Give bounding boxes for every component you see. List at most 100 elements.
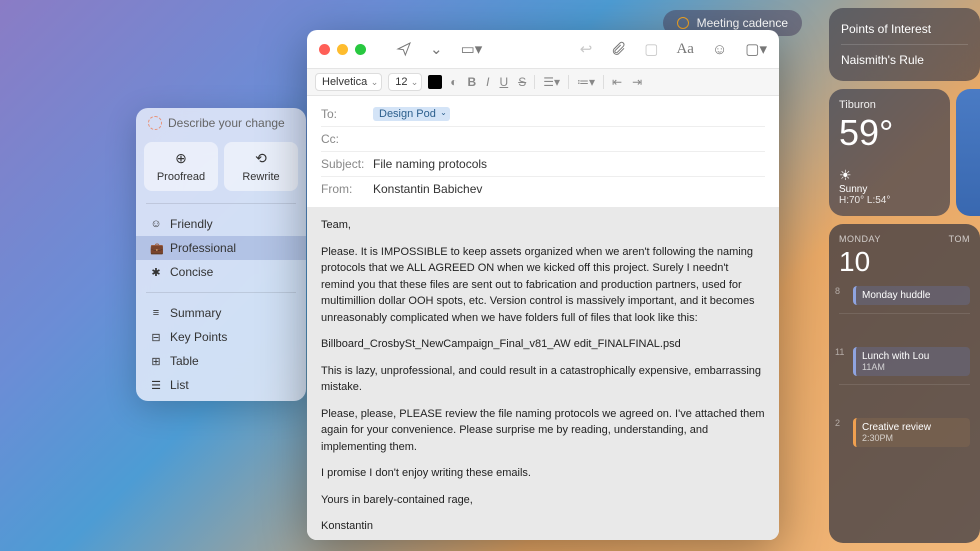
transform-table[interactable]: ⊞ Table: [136, 349, 306, 373]
emoji-button[interactable]: ☺: [712, 41, 727, 58]
tone-concise[interactable]: ✱ Concise: [136, 260, 306, 284]
attach-button[interactable]: [610, 41, 626, 57]
font-size-select[interactable]: 12: [388, 73, 422, 91]
cc-row[interactable]: Cc:: [321, 127, 765, 152]
font-family-select[interactable]: Helvetica: [315, 73, 382, 91]
to-row[interactable]: To: Design Pod: [321, 102, 765, 127]
reply-icon[interactable]: ↩: [580, 40, 593, 58]
format-button[interactable]: Aa: [676, 41, 694, 58]
from-row[interactable]: From: Konstantin Babichev: [321, 177, 765, 201]
send-button[interactable]: [396, 41, 412, 57]
mail-titlebar: ⌄ ▭▾ ↩ ▢ Aa ☺ ▢▾: [307, 30, 779, 68]
cal-date: 10: [839, 246, 970, 278]
subject-label: Subject:: [321, 157, 373, 171]
briefcase-icon: 💼: [150, 242, 162, 255]
transform-label: Summary: [170, 306, 221, 320]
asterisk-icon: ✱: [150, 266, 162, 279]
reminder-text: Meeting cadence: [697, 16, 788, 30]
weather-widget[interactable]: Tiburon 59° ☀Sunny H:70° L:54°: [829, 89, 950, 216]
body-p1: Please. It is IMPOSSIBLE to keep assets …: [321, 244, 765, 327]
transform-keypoints[interactable]: ⊟ Key Points: [136, 325, 306, 349]
cal-event[interactable]: Creative review 2:30PM: [853, 418, 970, 447]
list-format-button[interactable]: ≔▾: [575, 75, 597, 89]
proofread-label: Proofread: [157, 171, 205, 183]
transform-summary[interactable]: ≡ Summary: [136, 301, 306, 325]
underline-button[interactable]: U: [498, 75, 511, 89]
media-button[interactable]: ▢▾: [745, 40, 767, 58]
traffic-lights: [319, 44, 366, 55]
bold-button[interactable]: B: [466, 75, 479, 89]
cal-events: 8 Monday huddle 11 Lunch with Lou 11AM 2…: [839, 286, 970, 447]
tone-label: Professional: [170, 241, 236, 255]
table-icon: ⊞: [150, 355, 162, 368]
sun-icon: ☀: [839, 167, 852, 183]
keypoints-icon: ⊟: [150, 331, 162, 344]
maximize-button[interactable]: [355, 44, 366, 55]
header-toggle-button[interactable]: ▭▾: [461, 40, 483, 58]
event-hour: 2: [835, 418, 840, 428]
to-label: To:: [321, 107, 373, 121]
from-label: From:: [321, 182, 373, 196]
writing-tools-header[interactable]: Describe your change: [136, 108, 306, 138]
body-p4: I promise I don't enjoy writing these em…: [321, 465, 765, 482]
summary-icon: ≡: [150, 307, 162, 319]
weather-hilo: H:70° L:54°: [839, 195, 940, 206]
describe-change-label: Describe your change: [168, 116, 285, 130]
clock-widget-partial[interactable]: [956, 89, 980, 216]
transform-label: Key Points: [170, 330, 227, 344]
cal-day-label: MONDAY: [839, 234, 881, 244]
tone-label: Concise: [170, 265, 213, 279]
transform-list: ≡ Summary ⊟ Key Points ⊞ Table ☰ List: [136, 297, 306, 401]
mail-compose-window: ⌄ ▭▾ ↩ ▢ Aa ☺ ▢▾ Helvetica 12 ◐ B I U S …: [307, 30, 779, 540]
color-picker-icon[interactable]: ◐: [448, 75, 459, 89]
minimize-button[interactable]: [337, 44, 348, 55]
ai-sparkle-icon: [148, 116, 162, 130]
weather-location: Tiburon: [839, 99, 940, 111]
smile-icon: ☺: [150, 218, 162, 230]
proofread-button[interactable]: ⊕ Proofread: [144, 142, 218, 191]
event-title: Monday huddle: [862, 290, 964, 301]
calendar-widget[interactable]: MONDAY TOM 10 8 Monday huddle 11 Lunch w…: [829, 224, 980, 543]
weather-widget-row: Tiburon 59° ☀Sunny H:70° L:54°: [829, 89, 980, 216]
outdent-button[interactable]: ⇤: [610, 75, 624, 89]
rewrite-label: Rewrite: [242, 171, 279, 183]
event-title: Lunch with Lou: [862, 351, 964, 362]
indent-button[interactable]: ⇥: [630, 75, 644, 89]
body-greeting: Team,: [321, 217, 765, 234]
event-hour: 11: [835, 347, 844, 357]
close-button[interactable]: [319, 44, 330, 55]
from-value: Konstantin Babichev: [373, 182, 482, 196]
event-title: Creative review: [862, 422, 964, 433]
tone-friendly[interactable]: ☺ Friendly: [136, 212, 306, 236]
weather-temp: 59°: [839, 115, 940, 151]
weather-condition: Sunny: [839, 184, 867, 195]
list-item: Points of Interest: [841, 18, 968, 40]
tone-list: ☺ Friendly 💼 Professional ✱ Concise: [136, 208, 306, 288]
cal-day-label2: TOM: [949, 234, 970, 244]
event-hour: 8: [835, 286, 840, 296]
strikethrough-button[interactable]: S: [516, 75, 528, 89]
align-button[interactable]: ☰▾: [541, 75, 562, 89]
photo-button[interactable]: ▢: [644, 40, 658, 58]
tone-label: Friendly: [170, 217, 213, 231]
text-color-button[interactable]: [428, 75, 442, 89]
body-p2: This is lazy, unprofessional, and could …: [321, 363, 765, 396]
reminder-circle-icon: [677, 17, 689, 29]
notes-widget[interactable]: Points of Interest Naismith's Rule: [829, 8, 980, 81]
rewrite-button[interactable]: ⟲ Rewrite: [224, 142, 298, 191]
magnify-icon: ⊕: [148, 150, 214, 167]
cal-event[interactable]: Monday huddle: [853, 286, 970, 305]
italic-button[interactable]: I: [484, 75, 491, 89]
event-time: 11AM: [862, 362, 964, 372]
cal-event[interactable]: Lunch with Lou 11AM: [853, 347, 970, 376]
mail-body[interactable]: Team, Please. It is IMPOSSIBLE to keep a…: [307, 207, 779, 540]
event-time: 2:30PM: [862, 433, 964, 443]
recipient-pill[interactable]: Design Pod: [373, 107, 450, 121]
subject-row[interactable]: Subject: File naming protocols: [321, 152, 765, 177]
transform-list-item[interactable]: ☰ List: [136, 373, 306, 397]
chevron-down-icon[interactable]: ⌄: [430, 40, 443, 58]
body-signoff: Yours in barely-contained rage,: [321, 492, 765, 509]
list-item: Naismith's Rule: [841, 44, 968, 71]
tone-professional[interactable]: 💼 Professional: [136, 236, 306, 260]
transform-label: List: [170, 378, 189, 392]
